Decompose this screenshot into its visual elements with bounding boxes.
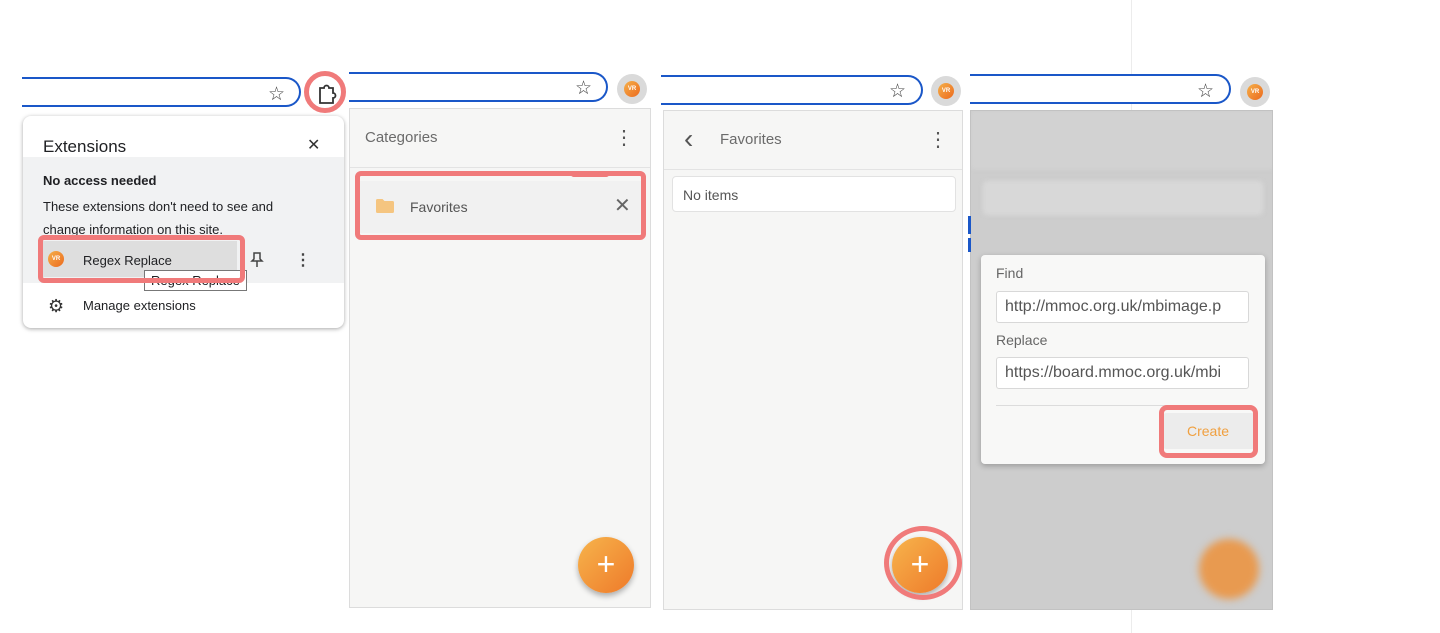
create-label: Create xyxy=(1187,423,1230,439)
section-heading: No access needed xyxy=(43,173,157,188)
puzzle-icon[interactable] xyxy=(309,79,343,109)
avatar[interactable]: VR xyxy=(1240,77,1270,107)
create-dialog: Find http://mmoc.org.uk/mbimage.p Replac… xyxy=(981,255,1265,464)
replace-input[interactable]: https://board.mmoc.org.uk/mbi xyxy=(996,357,1249,389)
more-vert-icon[interactable]: ⋮ xyxy=(295,250,311,270)
extensions-popup: Extensions ✕ No access needed These exte… xyxy=(23,116,344,328)
add-button[interactable]: + xyxy=(578,537,634,593)
pin-icon[interactable] xyxy=(249,251,265,269)
section-description: These extensions don't need to see and c… xyxy=(43,199,274,237)
page-title: Favorites xyxy=(720,131,782,148)
blurred-row xyxy=(983,181,1263,215)
more-vert-icon[interactable]: ⋮ xyxy=(928,127,948,153)
close-icon[interactable]: ✕ xyxy=(614,193,631,218)
regex-replace-icon: VR xyxy=(47,250,65,268)
empty-text: No items xyxy=(683,187,739,203)
categories-header: Categories ⋮ xyxy=(350,109,650,168)
omnibox[interactable] xyxy=(22,77,301,107)
star-icon[interactable]: ☆ xyxy=(575,79,592,99)
highlight-stroke xyxy=(571,172,609,177)
omnibox[interactable] xyxy=(661,75,923,105)
extension-name: Regex Replace xyxy=(83,253,172,268)
avatar[interactable]: VR xyxy=(617,74,647,104)
favorites-panel: ‹ Favorites ⋮ No items + xyxy=(663,110,963,610)
create-button[interactable]: Create xyxy=(1163,413,1257,449)
omnibox[interactable] xyxy=(349,72,608,102)
more-vert-icon[interactable]: ⋮ xyxy=(614,125,634,151)
strip-mark xyxy=(968,238,971,252)
replace-label: Replace xyxy=(996,332,1048,348)
manage-extensions-link[interactable]: Manage extensions xyxy=(83,298,196,313)
star-icon[interactable]: ☆ xyxy=(1197,82,1214,102)
page-title: Categories xyxy=(365,129,438,146)
find-label: Find xyxy=(996,265,1024,281)
omnibox[interactable] xyxy=(970,74,1231,104)
gear-icon: ⚙ xyxy=(48,296,65,316)
category-label: Favorites xyxy=(410,199,468,215)
avatar[interactable]: VR xyxy=(931,76,961,106)
close-icon[interactable]: ✕ xyxy=(307,135,320,155)
categories-panel: Categories ⋮ Favorites ✕ + xyxy=(349,108,651,608)
dialog-divider xyxy=(996,405,1249,406)
blurred-fab xyxy=(1199,539,1259,599)
add-button[interactable]: + xyxy=(892,537,948,593)
list-item[interactable]: Favorites ✕ xyxy=(358,181,642,233)
extensions-title: Extensions xyxy=(43,137,127,156)
find-input[interactable]: http://mmoc.org.uk/mbimage.p xyxy=(996,291,1249,323)
strip-mark xyxy=(968,216,971,234)
star-icon[interactable]: ☆ xyxy=(268,85,285,105)
tooltip: Regex Replace xyxy=(144,270,247,291)
blurred-header xyxy=(971,111,1272,169)
empty-state: No items xyxy=(672,176,956,212)
star-icon[interactable]: ☆ xyxy=(889,82,906,102)
folder-icon xyxy=(376,199,394,213)
favorites-header: ‹ Favorites ⋮ xyxy=(664,111,962,170)
back-icon[interactable]: ‹ xyxy=(684,123,693,155)
no-access-section: No access needed These extensions don't … xyxy=(23,157,344,283)
